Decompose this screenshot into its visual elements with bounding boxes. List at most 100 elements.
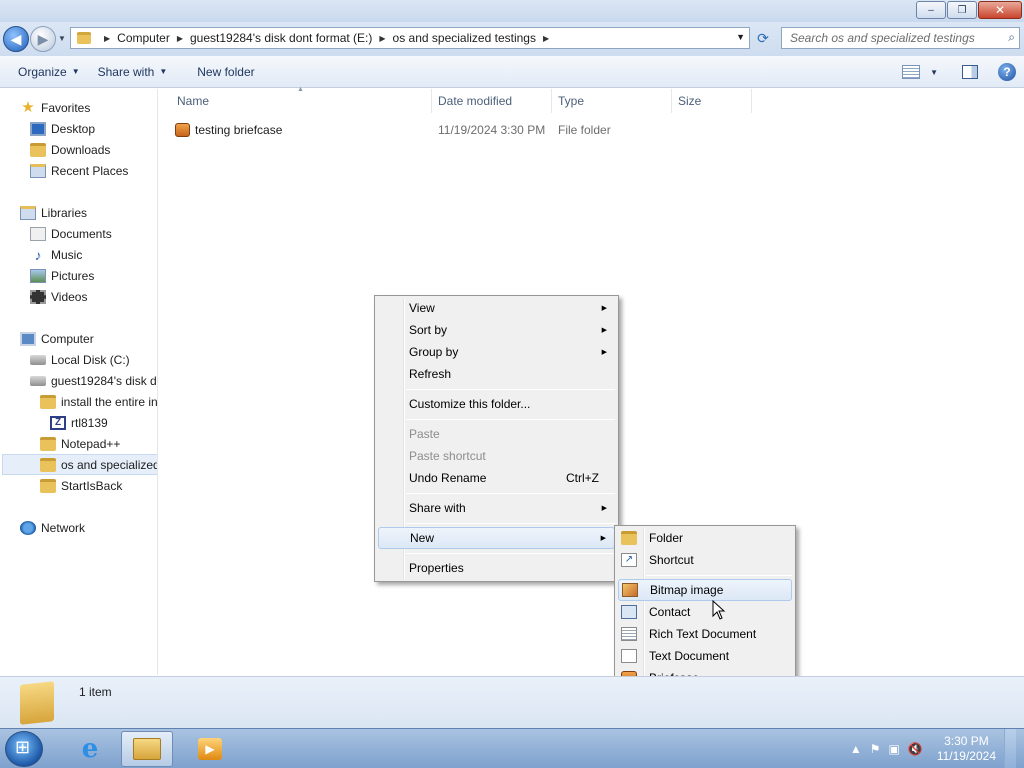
sidebar-item-pictures[interactable]: Pictures	[30, 265, 94, 286]
sidebar-item-recent-places[interactable]: Recent Places	[30, 160, 128, 181]
new-folder-button[interactable]: New folder	[188, 65, 263, 79]
sidebar-item-computer[interactable]: Computer	[20, 328, 94, 349]
new-folder-label: New folder	[197, 64, 255, 79]
sidebar-item-startisback[interactable]: StartIsBack	[40, 475, 122, 496]
internet-explorer-icon: e	[81, 734, 99, 764]
menu-label: Folder	[649, 531, 684, 545]
menu-item-new[interactable]: New ▶	[378, 527, 615, 549]
menu-item-view[interactable]: View ▶	[378, 297, 615, 319]
hard-disk-icon	[30, 354, 46, 365]
sidebar-label: Music	[51, 247, 83, 262]
title-bar: – ❐ ✕	[0, 0, 1024, 22]
sidebar-item-notepad[interactable]: Notepad++	[40, 433, 120, 454]
network-status-icon[interactable]: ▣	[889, 742, 900, 756]
column-header-size[interactable]: Size	[672, 89, 752, 113]
search-placeholder: Search os and specialized testings	[790, 31, 975, 45]
restore-button[interactable]: ❐	[947, 1, 977, 19]
refresh-button[interactable]: ⟳	[753, 28, 773, 48]
breadcrumb-folder[interactable]: os and specialized testings	[393, 31, 536, 45]
column-header-type[interactable]: Type	[552, 89, 672, 113]
forward-button[interactable]: ▶	[30, 26, 56, 52]
change-view-icon[interactable]	[902, 65, 921, 79]
back-button[interactable]: ◀	[3, 26, 29, 52]
submenu-item-text[interactable]: Text Document	[618, 645, 792, 667]
sidebar-item-network[interactable]: Network	[20, 517, 85, 538]
organize-button[interactable]: Organize ▼	[9, 65, 89, 79]
dropdown-arrow-icon: ▼	[71, 67, 80, 76]
search-input[interactable]: Search os and specialized testings ⌕	[781, 27, 1020, 49]
menu-item-share-with[interactable]: Share with ▶	[378, 497, 615, 519]
share-with-button[interactable]: Share with ▼	[89, 65, 177, 79]
menu-item-refresh[interactable]: Refresh	[378, 363, 615, 385]
breadcrumb-separator[interactable]: ▶	[379, 34, 385, 43]
menu-label: Undo Rename	[409, 471, 487, 485]
clock[interactable]: 3:30 PM 11/19/2024	[937, 734, 996, 764]
breadcrumb-separator[interactable]: ▶	[104, 34, 110, 43]
menu-item-customize[interactable]: Customize this folder...	[378, 393, 615, 415]
view-dropdown-icon[interactable]: ▼	[930, 68, 938, 77]
recent-pages-dropdown[interactable]: ▼	[58, 34, 66, 43]
sidebar-item-rtl8139[interactable]: Z rtl8139	[50, 412, 108, 433]
sidebar-item-local-disk[interactable]: Local Disk (C:)	[30, 349, 130, 370]
column-header-name[interactable]: Name ▲	[159, 86, 432, 113]
submenu-item-folder[interactable]: Folder	[618, 527, 792, 549]
folder-icon	[40, 457, 56, 472]
table-row[interactable]: testing briefcase	[175, 119, 282, 141]
sidebar-item-os-specialized[interactable]: os and specialized	[2, 454, 157, 475]
item-count: 1 item	[79, 685, 112, 699]
breadcrumb-separator[interactable]: ▶	[543, 34, 549, 43]
menu-label: Sort by	[409, 323, 448, 337]
breadcrumb-separator[interactable]: ▶	[177, 34, 183, 43]
sidebar-item-favorites[interactable]: ★ Favorites	[20, 97, 90, 118]
sidebar-item-music[interactable]: ♪ Music	[30, 244, 83, 265]
menu-item-paste-shortcut: Paste shortcut	[378, 445, 615, 467]
action-center-flag-icon[interactable]: ⚑	[870, 742, 881, 756]
sidebar-item-videos[interactable]: Videos	[30, 286, 87, 307]
sidebar-item-guest-disk[interactable]: guest19284's disk dc	[30, 370, 157, 391]
show-desktop-button[interactable]	[1004, 729, 1016, 768]
menu-label: Paste shortcut	[409, 449, 486, 463]
submenu-item-bitmap[interactable]: Bitmap image	[618, 579, 792, 601]
start-button[interactable]	[5, 731, 43, 767]
submenu-item-rtf[interactable]: Rich Text Document	[618, 623, 792, 645]
text-document-icon	[621, 649, 637, 663]
sidebar-item-install[interactable]: install the entire in	[40, 391, 157, 412]
breadcrumb-drive[interactable]: guest19284's disk dont format (E:)	[190, 31, 372, 45]
column-header-date[interactable]: Date modified	[432, 89, 552, 113]
submenu-item-shortcut[interactable]: ↗ Shortcut	[618, 549, 792, 571]
sidebar-item-libraries[interactable]: Libraries	[20, 202, 87, 223]
menu-item-properties[interactable]: Properties	[378, 557, 615, 579]
taskbar-internet-explorer[interactable]: e	[64, 731, 116, 767]
menu-item-sort-by[interactable]: Sort by ▶	[378, 319, 615, 341]
taskbar-windows-explorer[interactable]	[121, 731, 173, 767]
sidebar-item-downloads[interactable]: Downloads	[30, 139, 110, 160]
sidebar-label: StartIsBack	[61, 478, 123, 493]
show-hidden-icons-icon[interactable]: ▲	[850, 742, 862, 756]
address-bar[interactable]: ▶ Computer ▶ guest19284's disk dont form…	[70, 27, 750, 49]
address-dropdown-icon[interactable]: ▼	[736, 32, 745, 42]
menu-item-group-by[interactable]: Group by ▶	[378, 341, 615, 363]
minimize-button[interactable]: –	[916, 1, 946, 19]
help-icon[interactable]: ?	[998, 63, 1016, 81]
contact-card-icon	[621, 605, 637, 619]
submenu-item-contact[interactable]: Contact	[618, 601, 792, 623]
menu-label: New	[410, 531, 435, 545]
submenu-arrow-icon: ▶	[601, 327, 607, 334]
sidebar-item-documents[interactable]: Documents	[30, 223, 112, 244]
submenu-arrow-icon: ▶	[601, 305, 607, 312]
sidebar-item-desktop[interactable]: Desktop	[30, 118, 95, 139]
folder-icon	[40, 478, 56, 493]
breadcrumb-computer[interactable]: Computer	[117, 31, 170, 45]
search-icon[interactable]: ⌕	[1008, 30, 1015, 45]
file-date: 11/19/2024 3:30 PM	[438, 123, 546, 137]
taskbar-media-player[interactable]: ▶	[184, 731, 236, 767]
volume-muted-icon[interactable]: 🔇	[908, 742, 923, 756]
folder-icon	[40, 436, 56, 451]
window-controls: – ❐ ✕	[916, 1, 1022, 19]
column-label: Type	[558, 94, 585, 108]
preview-pane-icon[interactable]	[962, 65, 978, 79]
menu-item-undo-rename[interactable]: Undo Rename Ctrl+Z	[378, 467, 615, 489]
close-button[interactable]: ✕	[978, 1, 1022, 19]
dropdown-arrow-icon: ▼	[159, 67, 168, 76]
sidebar-label: Notepad++	[61, 436, 121, 451]
